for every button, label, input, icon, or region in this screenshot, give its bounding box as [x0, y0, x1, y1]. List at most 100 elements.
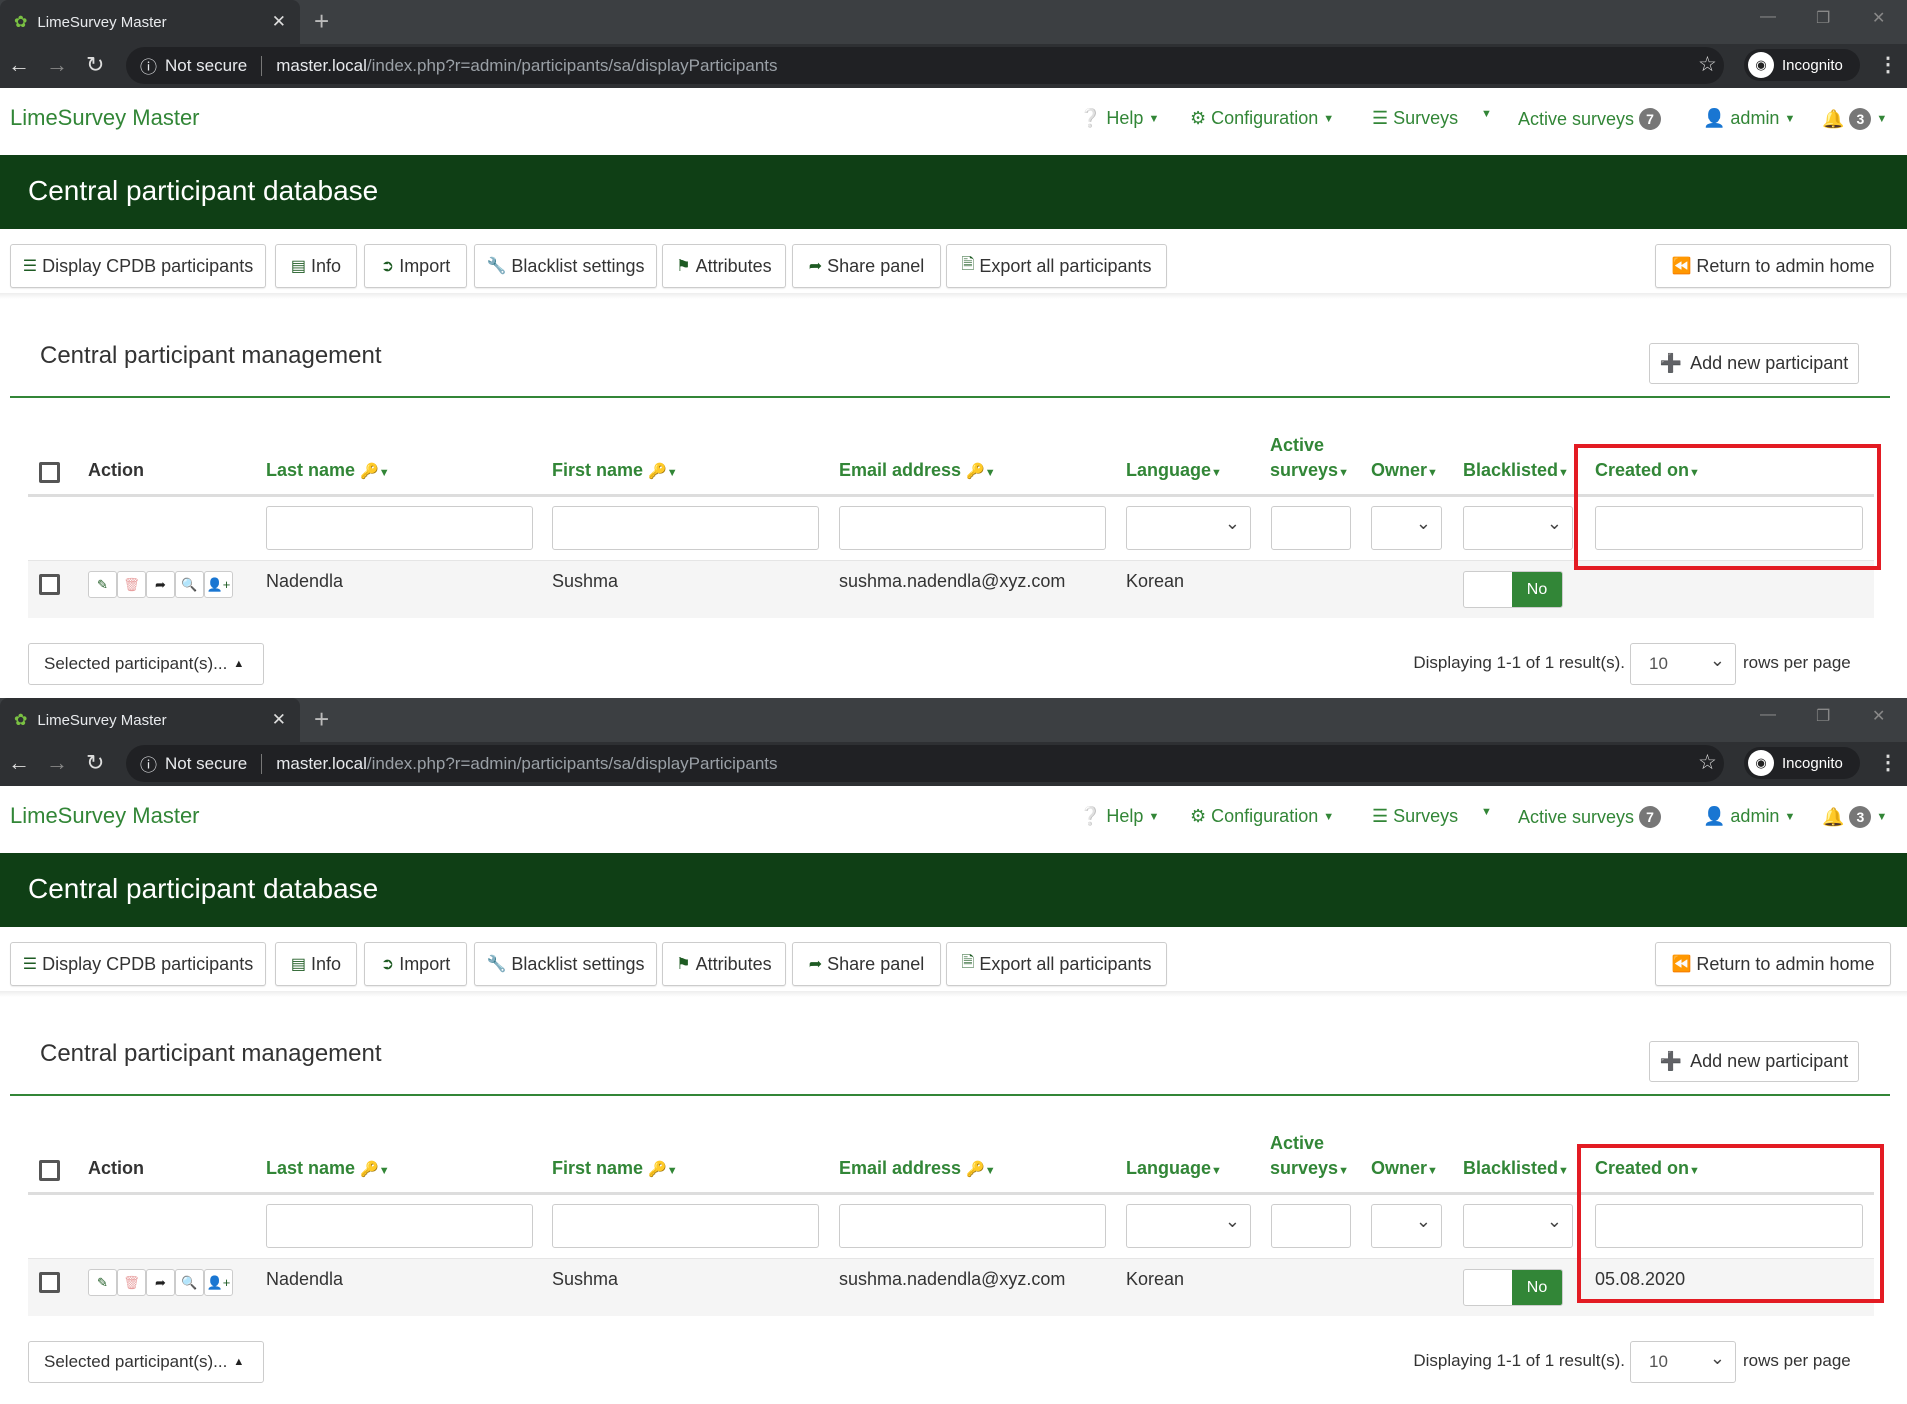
header-active-surveys-line1[interactable]: Active [1270, 1133, 1324, 1154]
rows-per-page-select[interactable]: 10 [1630, 1341, 1736, 1383]
address-bar[interactable]: ⓘ Not secure master.local/index.php?r=ad… [126, 47, 1724, 84]
view-participant-button[interactable]: 🔍 [175, 1269, 204, 1296]
display-participants-button[interactable]: ☰ Display CPDB participants [10, 244, 266, 288]
new-tab-icon[interactable]: + [314, 6, 329, 37]
header-email[interactable]: Email address 🔑▼ [839, 1158, 996, 1179]
minimize-icon[interactable]: — [1760, 8, 1776, 26]
info-button[interactable]: ▤ Info [275, 244, 357, 288]
nav-surveys[interactable]: ☰ Surveys [1372, 108, 1458, 129]
header-last-name[interactable]: Last name 🔑▼ [266, 460, 390, 481]
header-first-name[interactable]: First name 🔑▼ [552, 1158, 678, 1179]
add-participant-button[interactable]: ➕ Add new participant [1649, 343, 1859, 384]
back-icon[interactable]: ← [8, 52, 30, 78]
header-blacklisted[interactable]: Blacklisted▼ [1463, 1158, 1569, 1179]
nav-user[interactable]: 👤 admin ▼ [1703, 108, 1795, 129]
header-owner[interactable]: Owner▼ [1371, 1158, 1438, 1179]
add-to-survey-button[interactable]: 👤+ [204, 1269, 233, 1296]
attributes-button[interactable]: ⚑ Attributes [662, 244, 786, 288]
view-participant-button[interactable]: 🔍 [175, 571, 204, 598]
edit-participant-button[interactable]: ✎ [88, 1269, 117, 1296]
reload-icon[interactable]: ↻ [86, 750, 104, 776]
close-tab-icon[interactable]: ✕ [272, 710, 286, 730]
reload-icon[interactable]: ↻ [86, 52, 104, 78]
header-first-name[interactable]: First name 🔑▼ [552, 460, 678, 481]
nav-help[interactable]: ❔ Help ▼ [1079, 108, 1159, 129]
nav-configuration[interactable]: ⚙ Configuration ▼ [1190, 108, 1334, 129]
nav-help[interactable]: ❔ Help ▼ [1079, 806, 1159, 827]
header-email[interactable]: Email address 🔑▼ [839, 460, 996, 481]
info-button[interactable]: ▤ Info [275, 942, 357, 986]
incognito-badge[interactable]: ◉ Incognito [1744, 747, 1860, 779]
edit-participant-button[interactable]: ✎ [88, 571, 117, 598]
filter-active-surveys-input[interactable] [1271, 1204, 1351, 1248]
nav-active-surveys[interactable]: Active surveys 7 [1518, 806, 1662, 828]
select-all-checkbox[interactable] [39, 462, 60, 483]
filter-owner-select[interactable] [1371, 506, 1442, 550]
add-participant-button[interactable]: ➕ Add new participant [1649, 1041, 1859, 1082]
filter-owner-select[interactable] [1371, 1204, 1442, 1248]
close-tab-icon[interactable]: ✕ [272, 12, 286, 32]
info-icon[interactable]: ⓘ [140, 53, 157, 78]
window-close-icon[interactable]: ✕ [1872, 706, 1885, 726]
window-close-icon[interactable]: ✕ [1872, 8, 1885, 28]
delete-participant-button[interactable]: 🗑 [117, 1269, 146, 1296]
nav-surveys[interactable]: ☰ Surveys [1372, 806, 1458, 827]
filter-blacklisted-select[interactable] [1463, 506, 1573, 550]
share-panel-button[interactable]: ➦ Share panel [792, 244, 941, 288]
bookmark-star-icon[interactable]: ☆ [1698, 52, 1717, 77]
filter-last-name-input[interactable] [266, 506, 533, 550]
blacklist-settings-button[interactable]: 🔧 Blacklist settings [474, 244, 657, 288]
filter-email-input[interactable] [839, 506, 1106, 550]
row-checkbox[interactable] [39, 574, 60, 595]
address-bar[interactable]: ⓘ Not secure master.local/index.php?r=ad… [126, 745, 1724, 782]
header-language[interactable]: Language▼ [1126, 1158, 1222, 1179]
nav-active-surveys[interactable]: Active surveys 7 [1518, 108, 1662, 130]
new-tab-icon[interactable]: + [314, 704, 329, 735]
share-participant-button[interactable]: ➦ [146, 1269, 175, 1296]
return-admin-home-button[interactable]: ⏪ Return to admin home [1655, 244, 1891, 288]
row-checkbox[interactable] [39, 1272, 60, 1293]
return-admin-home-button[interactable]: ⏪ Return to admin home [1655, 942, 1891, 986]
brand-link[interactable]: LimeSurvey Master [10, 803, 200, 829]
nav-configuration[interactable]: ⚙ Configuration ▼ [1190, 806, 1334, 827]
browser-menu-icon[interactable]: ⋮ [1878, 750, 1898, 775]
browser-menu-icon[interactable]: ⋮ [1878, 52, 1898, 77]
forward-icon[interactable]: → [46, 750, 68, 776]
header-language[interactable]: Language▼ [1126, 460, 1222, 481]
browser-tab[interactable]: ✿ LimeSurvey Master ✕ [0, 0, 300, 44]
filter-last-name-input[interactable] [266, 1204, 533, 1248]
surveys-dropdown-toggle[interactable]: ▼ [1481, 806, 1492, 818]
blacklisted-toggle[interactable]: No [1463, 571, 1563, 608]
header-owner[interactable]: Owner▼ [1371, 460, 1438, 481]
import-button[interactable]: ➲ Import [364, 244, 467, 288]
display-participants-button[interactable]: ☰ Display CPDB participants [10, 942, 266, 986]
surveys-dropdown-toggle[interactable]: ▼ [1481, 108, 1492, 120]
header-blacklisted[interactable]: Blacklisted▼ [1463, 460, 1569, 481]
filter-first-name-input[interactable] [552, 1204, 819, 1248]
restore-icon[interactable]: ❐ [1816, 8, 1830, 28]
rows-per-page-select[interactable]: 10 [1630, 643, 1736, 685]
attributes-button[interactable]: ⚑ Attributes [662, 942, 786, 986]
nav-user[interactable]: 👤 admin ▼ [1703, 806, 1795, 827]
share-participant-button[interactable]: ➦ [146, 571, 175, 598]
forward-icon[interactable]: → [46, 52, 68, 78]
minimize-icon[interactable]: — [1760, 706, 1776, 724]
delete-participant-button[interactable]: 🗑 [117, 571, 146, 598]
filter-email-input[interactable] [839, 1204, 1106, 1248]
blacklisted-toggle[interactable]: No [1463, 1269, 1563, 1306]
export-all-button[interactable]: 🗎 Export all participants [946, 244, 1167, 288]
header-active-surveys[interactable]: surveys▼ [1270, 460, 1349, 481]
incognito-badge[interactable]: ◉ Incognito [1744, 49, 1860, 81]
nav-notifications[interactable]: 🔔 3 ▼ [1822, 108, 1887, 130]
header-active-surveys-line1[interactable]: Active [1270, 435, 1324, 456]
filter-blacklisted-select[interactable] [1463, 1204, 1573, 1248]
selected-participants-dropdown[interactable]: Selected participant(s)... ▲ [28, 1341, 264, 1383]
brand-link[interactable]: LimeSurvey Master [10, 105, 200, 131]
import-button[interactable]: ➲ Import [364, 942, 467, 986]
back-icon[interactable]: ← [8, 750, 30, 776]
share-panel-button[interactable]: ➦ Share panel [792, 942, 941, 986]
info-icon[interactable]: ⓘ [140, 751, 157, 776]
bookmark-star-icon[interactable]: ☆ [1698, 750, 1717, 775]
add-to-survey-button[interactable]: 👤+ [204, 571, 233, 598]
browser-tab[interactable]: ✿ LimeSurvey Master ✕ [0, 698, 300, 742]
